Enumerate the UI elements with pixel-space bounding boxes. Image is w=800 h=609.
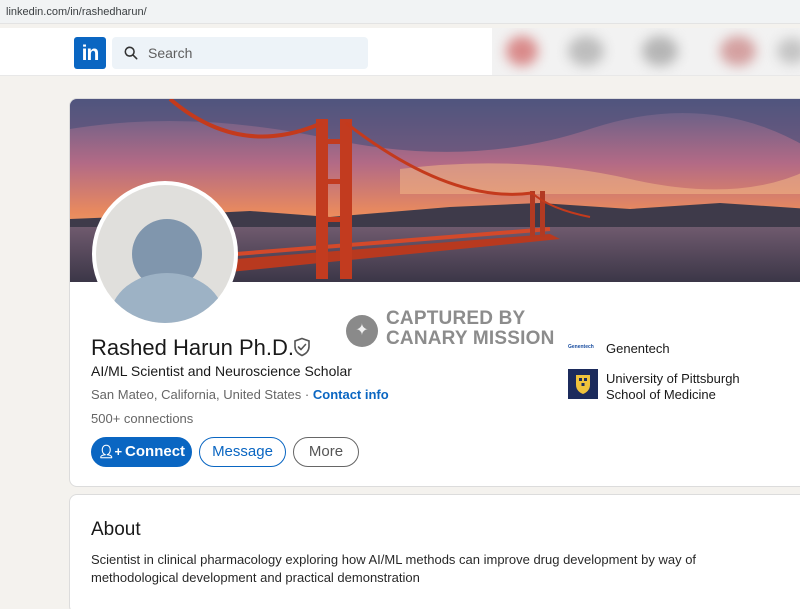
linkedin-logo[interactable]: in xyxy=(74,37,106,69)
nav-icons-blurred xyxy=(492,28,800,75)
profile-headline: AI/ML Scientist and Neuroscience Scholar xyxy=(91,363,352,379)
company-pitt[interactable]: University of Pittsburgh School of Medic… xyxy=(606,371,766,403)
pitt-name-line2: School of Medicine xyxy=(606,387,716,402)
add-person-icon: 👤︎+ xyxy=(97,444,123,459)
avatar-body xyxy=(110,273,224,323)
profile-card: ✦ CAPTURED BY CANARY MISSION Rashed Haru… xyxy=(69,98,800,487)
location-line: San Mateo, California, United States · C… xyxy=(91,387,389,402)
pitt-logo[interactable] xyxy=(568,369,598,399)
about-section: About Scientist in clinical pharmacology… xyxy=(69,494,800,609)
watermark-line2: CANARY MISSION xyxy=(386,328,555,349)
url-text: linkedin.com/in/rashedharun/ xyxy=(6,6,147,18)
about-text: Scientist in clinical pharmacology explo… xyxy=(91,552,697,585)
separator-dot: · xyxy=(304,387,310,402)
canary-mission-icon: ✦ xyxy=(346,315,378,347)
connections-count[interactable]: 500+ connections xyxy=(91,411,193,426)
watermark-line1: CAPTURED BY xyxy=(386,308,526,329)
top-navbar: in xyxy=(0,28,800,76)
canary-mission-watermark: ✦ CAPTURED BY CANARY MISSION xyxy=(346,309,556,353)
pitt-name-line1: University of Pittsburgh xyxy=(606,371,740,386)
more-label: More xyxy=(308,443,344,460)
more-button[interactable]: More xyxy=(293,437,359,467)
company-genentech[interactable]: Genentech xyxy=(606,341,670,356)
watermark-text: CAPTURED BY CANARY MISSION xyxy=(386,309,556,349)
avatar[interactable] xyxy=(92,181,238,327)
connect-button[interactable]: 👤︎+ Connect xyxy=(91,437,192,467)
profile-location: San Mateo, California, United States xyxy=(91,387,302,402)
browser-url-bar[interactable]: linkedin.com/in/rashedharun/ xyxy=(0,0,800,24)
search-icon xyxy=(124,46,138,60)
connect-label: Connect xyxy=(125,443,186,460)
message-button[interactable]: Message xyxy=(199,437,286,467)
about-title: About xyxy=(91,519,141,540)
search-input[interactable] xyxy=(148,37,358,69)
search-box[interactable] xyxy=(112,37,368,69)
genentech-logo[interactable]: Genentech xyxy=(568,341,598,353)
profile-name: Rashed Harun Ph.D. xyxy=(91,335,294,360)
verified-shield-icon[interactable] xyxy=(292,337,312,357)
message-label: Message xyxy=(212,443,273,460)
contact-info-link[interactable]: Contact info xyxy=(313,387,389,402)
